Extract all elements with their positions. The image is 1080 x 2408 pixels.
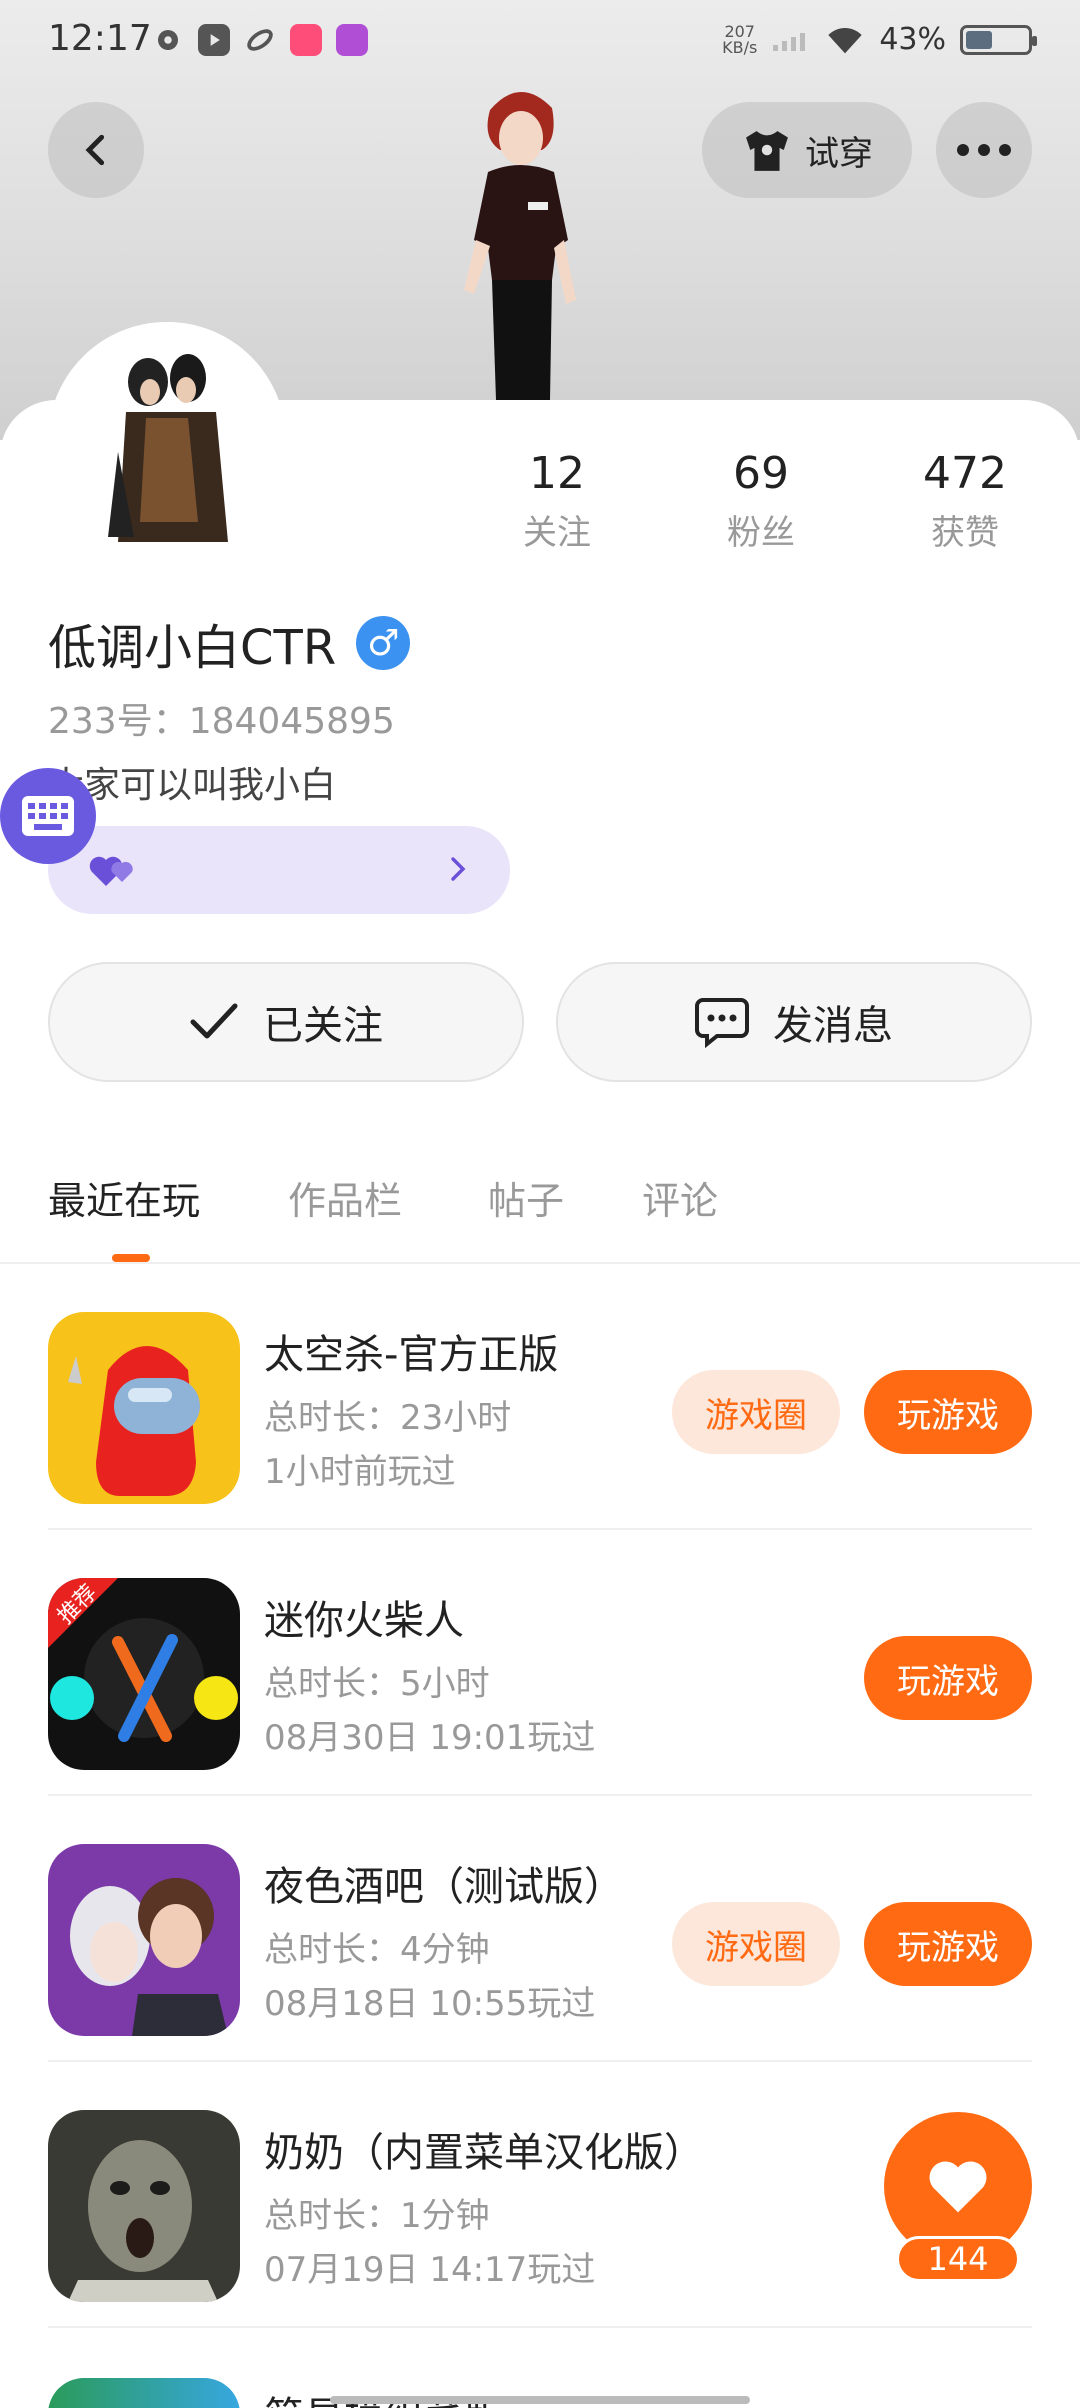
tab-posts[interactable]: 帖子 [488,1170,564,1225]
stat-value: 69 [733,448,789,499]
play-game-button[interactable]: 玩游戏 [864,1902,1032,1986]
game-duration: 总时长：5小时 [264,1664,490,1704]
more-options-button[interactable] [936,102,1032,198]
battery-percent: 43% [879,22,946,57]
row-divider [48,2326,1032,2328]
game-last-played: 1小时前玩过 [264,1452,456,1492]
list-item[interactable]: 太空杀-官方正版 总时长：23小时 1小时前玩过 游戏圈 玩游戏 [0,1264,1080,1530]
profile-tabs: 最近在玩 作品栏 帖子 评论 [0,1160,1080,1264]
tab-recently-played[interactable]: 最近在玩 [48,1170,200,1225]
game-last-played: 08月30日 19:01玩过 [264,1718,596,1758]
user-id: 233号：184045895 [48,701,395,742]
tab-comments[interactable]: 评论 [642,1170,718,1225]
game-circle-button[interactable]: 游戏圈 [672,1902,840,1986]
grid-app-icon [336,24,368,56]
game-last-played: 07月19日 14:17玩过 [264,2250,596,2290]
try-on-button[interactable]: 试穿 [702,102,912,198]
game-icon-partial [48,2378,240,2408]
status-bar: 12:17 207 KB/s 43% [0,0,1080,80]
status-time: 12:17 [48,18,152,59]
like-float-button[interactable]: 144 [884,2112,1032,2282]
stat-label: 粉丝 [727,513,795,553]
username: 低调小白CTR ♂ [48,608,411,678]
notification-icons [152,24,368,56]
relationship-pill[interactable] [48,826,510,914]
followed-button[interactable]: 已关注 [48,962,524,1082]
signal-icon [773,32,806,51]
game-duration: 总时长：4分钟 [264,1930,490,1970]
video-app-icon [198,24,230,56]
game-title: 奶奶（内置菜单汉化版） [264,2130,704,2176]
send-message-label: 发消息 [773,1003,893,1049]
heart-icon [929,2161,987,2213]
stat-value: 472 [923,448,1007,499]
game-title: 太空杀-官方正版 [264,1332,559,1378]
game-title: 迷你火柴人 [264,1598,464,1644]
stat-label: 获赞 [931,513,999,553]
tshirt-icon [746,131,788,171]
send-message-button[interactable]: 发消息 [556,962,1032,1082]
stat-likes[interactable]: 472 获赞 [885,448,1045,554]
game-last-played: 08月18日 10:55玩过 [264,1984,596,2024]
more-dots-icon [957,144,1011,156]
avatar-image [48,322,286,560]
followed-label: 已关注 [263,1003,383,1049]
game-icon-among-us [48,1312,240,1504]
play-game-button[interactable]: 玩游戏 [864,1370,1032,1454]
stat-value: 12 [529,448,585,499]
battery-icon [960,24,1037,55]
active-tab-indicator [112,1254,150,1262]
chat-bubble-icon [695,998,749,1048]
game-circle-button[interactable]: 游戏圈 [672,1370,840,1454]
stat-label: 关注 [523,513,591,553]
back-button[interactable] [48,102,144,198]
try-on-label: 试穿 [805,133,873,174]
checkmark-icon [190,1003,238,1039]
male-icon: ♂ [356,616,411,670]
list-item[interactable]: 推荐 迷你火柴人 总时长：5小时 08月30日 19:01玩过 玩游戏 [0,1530,1080,1796]
game-duration: 总时长：23小时 [264,1398,512,1438]
list-item[interactable]: 夜色酒吧（测试版） 总时长：4分钟 08月18日 10:55玩过 游戏圈 玩游戏 [0,1796,1080,2062]
game-icon-night-bar [48,1844,240,2036]
gear-icon [152,24,184,56]
chevron-right-icon [451,857,466,881]
like-count: 144 [896,2236,1020,2282]
username-text: 低调小白CTR [48,620,337,676]
avatar[interactable] [48,322,286,560]
tab-works[interactable]: 作品栏 [288,1170,402,1225]
play-game-button[interactable]: 玩游戏 [864,1636,1032,1720]
wifi-icon [828,27,862,53]
home-indicator[interactable] [330,2396,750,2404]
game-duration: 总时长：1分钟 [264,2196,490,2236]
network-speed: 207 KB/s [722,21,758,57]
game-title: 夜色酒吧（测试版） [264,1864,624,1910]
stat-following[interactable]: 12 关注 [477,448,637,554]
stat-followers[interactable]: 69 粉丝 [681,448,841,554]
game-icon-stickman: 推荐 [48,1578,240,1770]
double-heart-icon [89,856,133,886]
chevron-left-icon [85,134,105,166]
system-status: 207 KB/s 43% [722,21,1037,57]
keyboard-icon [22,796,74,836]
avatar-3d-figure [464,91,576,400]
game-icon-granny [48,2110,240,2302]
pink-app-icon [290,24,322,56]
link-app-icon [244,24,276,56]
keyboard-float-button[interactable] [0,768,96,864]
